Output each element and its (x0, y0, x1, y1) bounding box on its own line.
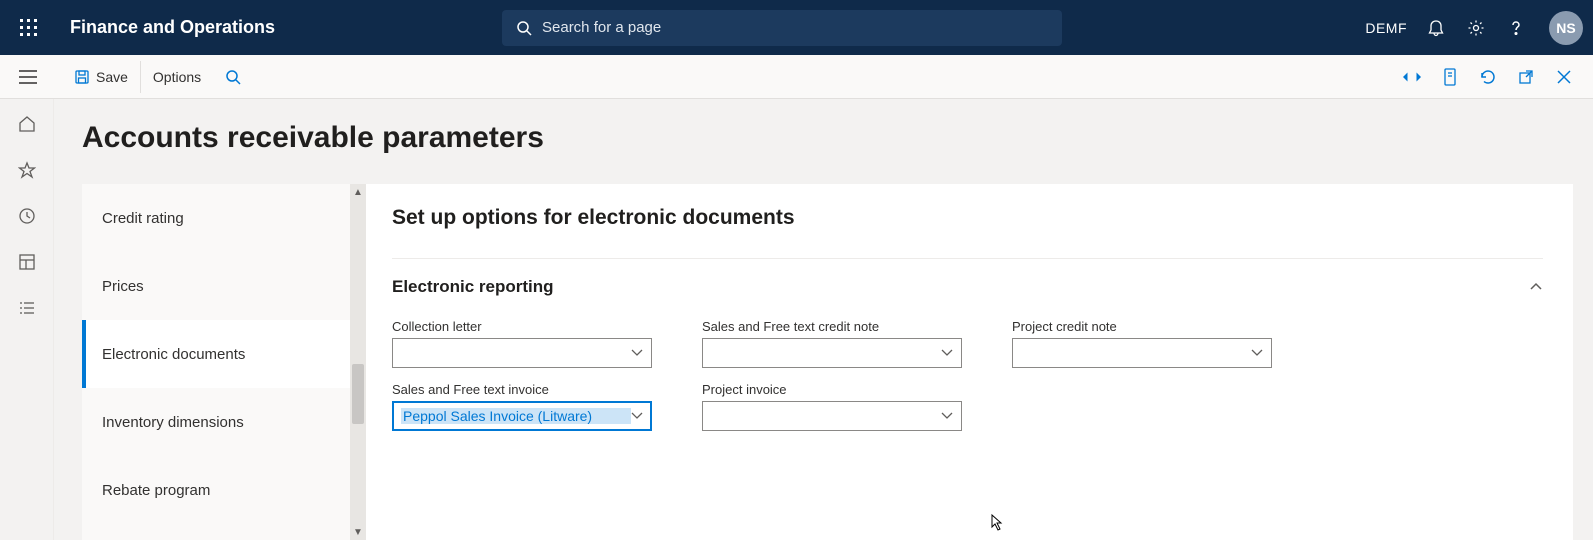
settings-gear-icon[interactable] (1465, 17, 1487, 39)
sidebar-item-label: Rebate program (102, 482, 210, 499)
nav-toggle-icon[interactable] (12, 70, 44, 84)
save-button[interactable]: Save (62, 61, 141, 93)
attach-icon[interactable] (1439, 66, 1461, 88)
close-icon[interactable] (1553, 66, 1575, 88)
app-title: Finance and Operations (70, 17, 275, 38)
action-search-icon[interactable] (213, 69, 253, 85)
workspaces-icon[interactable] (16, 251, 38, 273)
chevron-down-icon (631, 412, 643, 420)
modules-icon[interactable] (16, 297, 38, 319)
subsection-title: Electronic reporting (392, 277, 554, 297)
chevron-down-icon (941, 412, 953, 420)
search-icon (516, 20, 532, 36)
sales-invoice-value: Peppol Sales Invoice (Litware) (401, 408, 631, 424)
project-invoice-label: Project invoice (702, 382, 962, 397)
sidebar-item-electronic-documents[interactable]: Electronic documents (82, 320, 350, 388)
recent-icon[interactable] (16, 205, 38, 227)
sidebar-item-label: Credit rating (102, 210, 184, 227)
favorites-icon[interactable] (16, 159, 38, 181)
sales-invoice-combo[interactable]: Peppol Sales Invoice (Litware) (392, 401, 652, 431)
collection-letter-combo[interactable] (392, 338, 652, 368)
scroll-up-icon[interactable]: ▲ (350, 184, 366, 200)
page-title: Accounts receivable parameters (54, 99, 1593, 155)
sidebar-item-label: Inventory dimensions (102, 414, 244, 431)
save-label: Save (96, 69, 128, 85)
home-icon[interactable] (16, 113, 38, 135)
project-credit-note-combo[interactable] (1012, 338, 1272, 368)
global-search-input[interactable] (542, 19, 1048, 36)
sales-invoice-label: Sales and Free text invoice (392, 382, 652, 397)
sidebar-item-credit-rating[interactable]: Credit rating (82, 184, 350, 252)
user-avatar[interactable]: NS (1549, 11, 1583, 45)
collapse-icon[interactable] (1529, 282, 1543, 292)
sidebar-item-inventory-dimensions[interactable]: Inventory dimensions (82, 388, 350, 456)
sidebar-item-prices[interactable]: Prices (82, 252, 350, 320)
global-search[interactable] (502, 10, 1062, 46)
sidebar-item-label: Prices (102, 278, 144, 295)
sidebar-scrollbar[interactable]: ▲ ▼ (350, 184, 366, 540)
chevron-down-icon (1251, 349, 1263, 357)
options-button[interactable]: Options (141, 61, 213, 93)
notifications-icon[interactable] (1425, 17, 1447, 39)
refresh-icon[interactable] (1477, 66, 1499, 88)
section-title: Set up options for electronic documents (392, 206, 1543, 259)
help-icon[interactable] (1505, 17, 1527, 39)
collection-letter-label: Collection letter (392, 319, 652, 334)
chevron-down-icon (941, 349, 953, 357)
project-invoice-combo[interactable] (702, 401, 962, 431)
project-credit-note-label: Project credit note (1012, 319, 1272, 334)
sidebar-item-rebate-program[interactable]: Rebate program (82, 456, 350, 524)
popout-icon[interactable] (1515, 66, 1537, 88)
app-launcher-icon[interactable] (10, 9, 48, 47)
parameters-sidebar: Credit rating Prices Electronic document… (82, 184, 350, 540)
sales-credit-note-combo[interactable] (702, 338, 962, 368)
sidebar-item-label: Electronic documents (102, 346, 245, 363)
scroll-down-icon[interactable]: ▼ (350, 524, 366, 540)
chevron-down-icon (631, 349, 643, 357)
related-info-icon[interactable] (1401, 66, 1423, 88)
options-label: Options (153, 69, 201, 85)
sales-credit-note-label: Sales and Free text credit note (702, 319, 962, 334)
save-icon (74, 69, 90, 85)
mouse-cursor-icon (984, 512, 1006, 538)
scroll-thumb[interactable] (352, 364, 364, 424)
company-code[interactable]: DEMF (1365, 20, 1407, 36)
